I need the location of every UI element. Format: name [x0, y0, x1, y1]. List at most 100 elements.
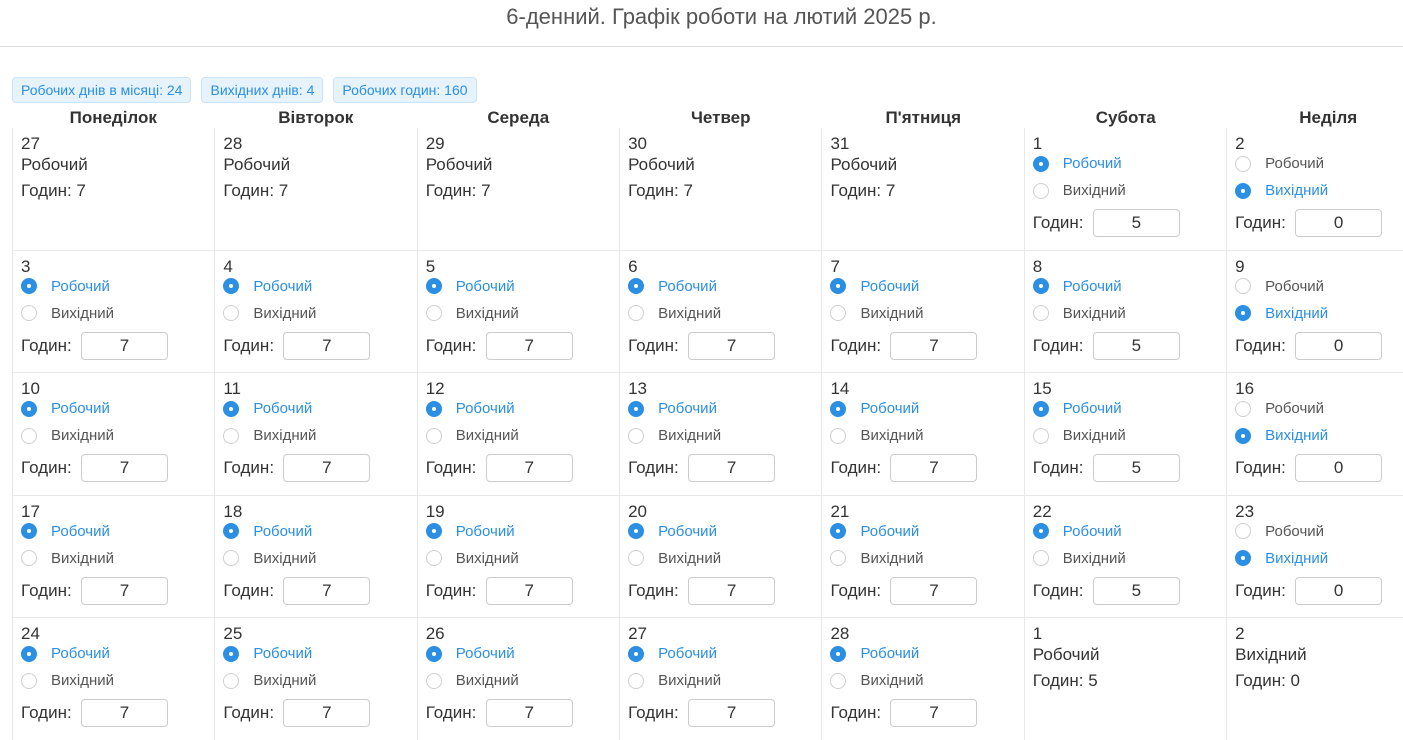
- radio-dot-icon[interactable]: [223, 278, 240, 294]
- work-day-radio[interactable]: Робочий: [223, 278, 312, 295]
- hours-input[interactable]: [485, 699, 573, 727]
- radio-dot-icon[interactable]: [628, 305, 645, 321]
- day-off-radio[interactable]: Вихідний: [223, 672, 316, 689]
- day-off-radio[interactable]: Вихідний: [223, 305, 316, 322]
- radio-dot-icon[interactable]: [425, 645, 442, 662]
- hours-input[interactable]: [283, 331, 371, 360]
- radio-dot-icon[interactable]: [830, 550, 847, 566]
- radio-dot-icon[interactable]: [223, 645, 240, 662]
- work-day-radio[interactable]: Робочий: [425, 645, 515, 662]
- radio-dot-icon[interactable]: [223, 672, 240, 689]
- hours-input[interactable]: [485, 331, 573, 360]
- day-off-radio[interactable]: Вихідний: [21, 550, 114, 567]
- day-off-radio[interactable]: Вихідний: [830, 305, 923, 322]
- radio-dot-icon[interactable]: [628, 427, 645, 444]
- radio-dot-icon[interactable]: [223, 427, 240, 444]
- radio-dot-icon[interactable]: [1032, 550, 1049, 566]
- day-off-radio[interactable]: Вихідний: [1235, 305, 1328, 322]
- work-day-radio[interactable]: Робочий: [830, 400, 919, 417]
- work-day-radio[interactable]: Робочий: [1235, 278, 1324, 295]
- radio-dot-icon[interactable]: [1032, 427, 1049, 444]
- radio-dot-icon[interactable]: [1032, 182, 1049, 199]
- radio-dot-icon[interactable]: [223, 400, 240, 417]
- hours-input[interactable]: [81, 331, 168, 360]
- work-day-radio[interactable]: Робочий: [628, 400, 717, 417]
- day-off-radio[interactable]: Вихідний: [1235, 427, 1328, 444]
- hours-input[interactable]: [81, 454, 168, 482]
- hours-input[interactable]: [1092, 209, 1180, 237]
- hours-input[interactable]: [1092, 454, 1180, 482]
- radio-dot-icon[interactable]: [21, 427, 37, 444]
- day-off-radio[interactable]: Вихідний: [1235, 182, 1328, 199]
- work-day-radio[interactable]: Робочий: [223, 400, 312, 417]
- work-day-radio[interactable]: Робочий: [830, 278, 919, 295]
- radio-dot-icon[interactable]: [830, 400, 847, 417]
- radio-dot-icon[interactable]: [1235, 550, 1252, 566]
- radio-dot-icon[interactable]: [1032, 400, 1049, 417]
- hours-input[interactable]: [1092, 331, 1180, 360]
- radio-dot-icon[interactable]: [1032, 305, 1049, 321]
- radio-dot-icon[interactable]: [21, 550, 37, 566]
- work-day-radio[interactable]: Робочий: [628, 645, 717, 662]
- radio-dot-icon[interactable]: [628, 400, 645, 417]
- radio-dot-icon[interactable]: [223, 523, 240, 539]
- hours-input[interactable]: [1295, 331, 1383, 360]
- radio-dot-icon[interactable]: [1032, 523, 1049, 539]
- hours-input[interactable]: [688, 699, 776, 727]
- hours-input[interactable]: [688, 454, 776, 482]
- radio-dot-icon[interactable]: [830, 672, 847, 689]
- day-off-radio[interactable]: Вихідний: [628, 550, 721, 567]
- work-day-radio[interactable]: Робочий: [830, 645, 919, 662]
- radio-dot-icon[interactable]: [425, 672, 442, 689]
- day-off-radio[interactable]: Вихідний: [223, 427, 316, 444]
- radio-dot-icon[interactable]: [223, 305, 240, 321]
- radio-dot-icon[interactable]: [1235, 155, 1252, 172]
- radio-dot-icon[interactable]: [1235, 427, 1252, 444]
- day-off-radio[interactable]: Вихідний: [830, 427, 923, 444]
- radio-dot-icon[interactable]: [830, 645, 847, 662]
- day-off-radio[interactable]: Вихідний: [425, 305, 519, 322]
- work-day-radio[interactable]: Робочий: [425, 278, 515, 295]
- radio-dot-icon[interactable]: [628, 550, 645, 566]
- day-off-radio[interactable]: Вихідний: [1235, 550, 1328, 567]
- day-off-radio[interactable]: Вихідний: [21, 672, 114, 689]
- work-day-radio[interactable]: Робочий: [1032, 155, 1122, 172]
- day-off-radio[interactable]: Вихідний: [628, 427, 721, 444]
- work-day-radio[interactable]: Робочий: [628, 278, 717, 295]
- work-day-radio[interactable]: Робочий: [1032, 400, 1122, 417]
- radio-dot-icon[interactable]: [425, 550, 442, 566]
- radio-dot-icon[interactable]: [628, 523, 645, 539]
- radio-dot-icon[interactable]: [425, 523, 442, 539]
- day-off-radio[interactable]: Вихідний: [425, 550, 519, 567]
- hours-input[interactable]: [1092, 576, 1180, 605]
- hours-input[interactable]: [81, 699, 168, 727]
- hours-input[interactable]: [283, 699, 371, 727]
- work-day-radio[interactable]: Робочий: [628, 523, 717, 540]
- work-day-radio[interactable]: Робочий: [1235, 155, 1324, 172]
- hours-input[interactable]: [890, 699, 978, 727]
- radio-dot-icon[interactable]: [1235, 400, 1252, 417]
- hours-input[interactable]: [688, 331, 776, 360]
- day-off-radio[interactable]: Вихідний: [1032, 305, 1126, 322]
- work-day-radio[interactable]: Робочий: [1235, 400, 1324, 417]
- day-off-radio[interactable]: Вихідний: [21, 305, 114, 322]
- hours-input[interactable]: [688, 576, 776, 605]
- hours-input[interactable]: [283, 454, 371, 482]
- day-off-radio[interactable]: Вихідний: [628, 305, 721, 322]
- hours-input[interactable]: [1295, 209, 1383, 237]
- work-day-radio[interactable]: Робочий: [21, 278, 110, 295]
- radio-dot-icon[interactable]: [21, 305, 37, 321]
- radio-dot-icon[interactable]: [21, 672, 37, 689]
- work-day-radio[interactable]: Робочий: [223, 523, 312, 540]
- radio-dot-icon[interactable]: [425, 278, 442, 294]
- hours-input[interactable]: [890, 454, 978, 482]
- work-day-radio[interactable]: Робочий: [21, 400, 110, 417]
- radio-dot-icon[interactable]: [425, 400, 442, 417]
- radio-dot-icon[interactable]: [21, 400, 37, 417]
- radio-dot-icon[interactable]: [223, 550, 240, 566]
- day-off-radio[interactable]: Вихідний: [21, 427, 114, 444]
- radio-dot-icon[interactable]: [830, 427, 847, 444]
- day-off-radio[interactable]: Вихідний: [425, 427, 519, 444]
- day-off-radio[interactable]: Вихідний: [1032, 550, 1126, 567]
- hours-input[interactable]: [485, 576, 573, 605]
